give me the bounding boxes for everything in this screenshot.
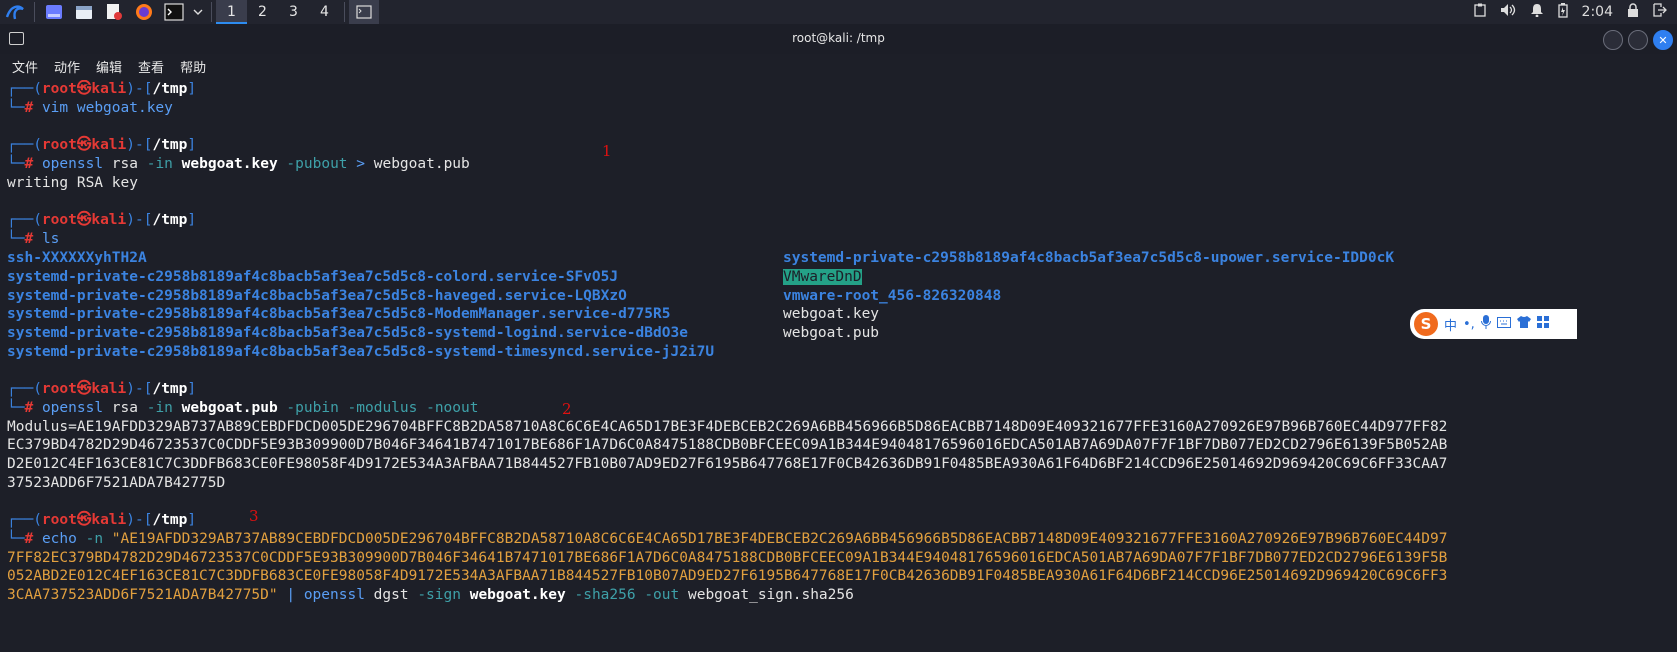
logout-icon[interactable] xyxy=(1653,3,1667,21)
menu-view[interactable]: 查看 xyxy=(130,57,172,76)
system-tray: 2:04 xyxy=(1473,0,1677,24)
menu-action[interactable]: 动作 xyxy=(46,57,88,76)
list-item: systemd-private-c2958b8189af4c8bacb5af3e… xyxy=(7,306,671,323)
taskbar-terminal-button[interactable] xyxy=(349,0,379,24)
window-titlebar[interactable]: root@kali: /tmp ✕ xyxy=(0,24,1677,54)
menu-bar: 文件 动作 编辑 查看 帮助 xyxy=(0,54,1677,78)
prompt-block: ┌──(root㉿kali)-[/tmp] └─# echo -n "AE19A… xyxy=(7,512,1448,603)
list-item: ssh-XXXXXXyhTH2A xyxy=(7,250,147,266)
ls-output-right: systemd-private-c2958b8189af4c8bacb5af3e… xyxy=(783,249,1394,343)
list-item: systemd-private-c2958b8189af4c8bacb5af3e… xyxy=(783,250,1395,266)
text-editor-icon[interactable] xyxy=(99,0,129,24)
list-item: webgoat.pub xyxy=(783,325,880,341)
battery-icon[interactable] xyxy=(1557,2,1568,22)
panel-separator xyxy=(34,2,35,22)
ime-toolbar[interactable]: S 中 •, xyxy=(1410,309,1577,339)
menu-help[interactable]: 帮助 xyxy=(172,57,214,76)
menu-file[interactable]: 文件 xyxy=(4,57,46,76)
modulus-line: Modulus=AE19AFDD329AB737AB89CEBDFDCD005D… xyxy=(7,418,1448,435)
grid-menu-icon[interactable] xyxy=(1536,316,1549,332)
modulus-line: EC379BD4782D29D46723537C0CDDF5E93B309900… xyxy=(7,437,1448,454)
modulus-line: D2E012C4EF163CE81C7C3DDFB683CE0FE98058F4… xyxy=(7,456,1448,472)
list-item: VMwareDnD xyxy=(783,268,862,285)
skin-icon[interactable] xyxy=(1516,316,1531,332)
list-item: systemd-private-c2958b8189af4c8bacb5af3e… xyxy=(7,287,627,304)
annotation-2: 2 xyxy=(562,400,572,418)
chevron-down-icon[interactable] xyxy=(189,0,207,24)
list-item: systemd-private-c2958b8189af4c8bacb5af3e… xyxy=(7,343,715,360)
minimize-button[interactable] xyxy=(1603,30,1623,50)
kali-menu-icon[interactable] xyxy=(0,0,30,24)
annotation-1: 1 xyxy=(602,142,612,160)
list-item: vmware-root_456-826320848 xyxy=(783,287,1002,304)
file-manager-icon[interactable] xyxy=(69,0,99,24)
workspace-4[interactable]: 4 xyxy=(309,0,340,24)
clipboard-icon[interactable] xyxy=(1473,3,1486,21)
window-title: root@kali: /tmp xyxy=(792,31,885,45)
keyboard-icon[interactable] xyxy=(1496,316,1511,332)
list-item: webgoat.key xyxy=(783,306,880,323)
microphone-icon[interactable] xyxy=(1480,315,1491,333)
lock-icon[interactable] xyxy=(1627,2,1639,22)
prompt-block: ┌──(root㉿kali)-[/tmp] └─# vim webgoat.ke… xyxy=(7,81,197,116)
window-controls: ✕ xyxy=(1603,30,1673,50)
notifications-icon[interactable] xyxy=(1530,3,1544,21)
prompt-block: ┌──(root㉿kali)-[/tmp] └─# openssl rsa -i… xyxy=(7,381,1448,491)
menu-edit[interactable]: 编辑 xyxy=(88,57,130,76)
workspace-2[interactable]: 2 xyxy=(247,0,278,24)
prompt-block: ┌──(root㉿kali)-[/tmp] └─# openssl rsa -i… xyxy=(7,137,470,191)
list-item: systemd-private-c2958b8189af4c8bacb5af3e… xyxy=(7,325,688,341)
list-item: systemd-private-c2958b8189af4c8bacb5af3e… xyxy=(7,268,619,285)
command-text: vim webgoat.key xyxy=(41,99,173,116)
modulus-line: 37523ADD6F7521ADA7B42775D xyxy=(7,474,226,491)
ime-mode[interactable]: 中 xyxy=(1444,315,1457,334)
prompt-block: ┌──(root㉿kali)-[/tmp] └─# ls xyxy=(7,212,197,247)
annotation-3: 3 xyxy=(249,507,259,525)
show-desktop-icon[interactable] xyxy=(39,0,69,24)
workspace-1[interactable]: 1 xyxy=(216,0,247,24)
maximize-button[interactable] xyxy=(1628,30,1648,50)
terminal-launcher-icon[interactable] xyxy=(159,0,189,24)
firefox-icon[interactable] xyxy=(129,0,159,24)
ime-logo[interactable]: S xyxy=(1414,312,1438,336)
ls-output-left: ssh-XXXXXXyhTH2A systemd-private-c2958b8… xyxy=(7,249,714,362)
clock[interactable]: 2:04 xyxy=(1582,4,1613,20)
terminal-output[interactable]: ┌──(root㉿kali)-[/tmp] └─# vim webgoat.ke… xyxy=(0,80,1677,652)
volume-icon[interactable] xyxy=(1500,3,1516,21)
punctuation-icon[interactable]: •, xyxy=(1463,317,1475,332)
top-panel: 1 2 3 4 2:04 xyxy=(0,0,1677,24)
command-output: writing RSA key xyxy=(7,174,138,191)
panel-separator xyxy=(211,2,212,22)
close-button[interactable]: ✕ xyxy=(1653,30,1673,50)
panel-separator xyxy=(344,2,345,22)
workspace-3[interactable]: 3 xyxy=(278,0,309,24)
